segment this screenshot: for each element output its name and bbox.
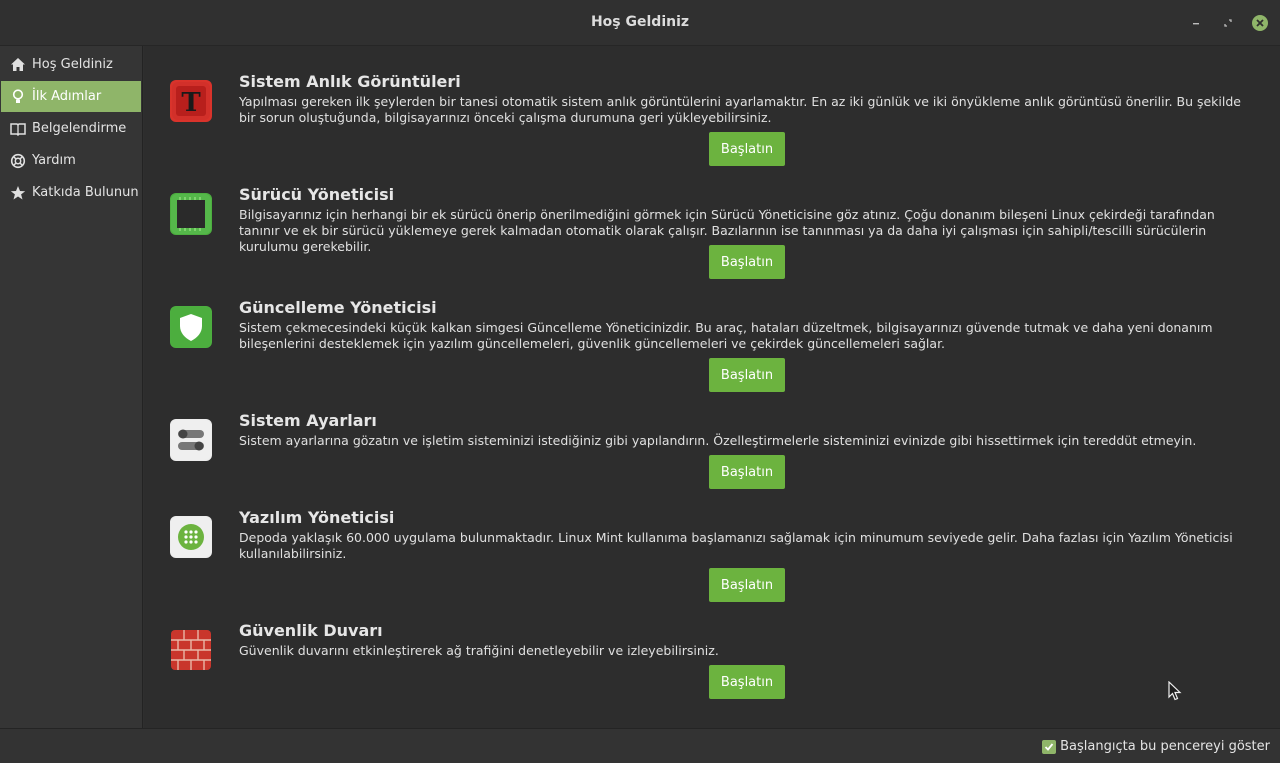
checkmark-icon	[1045, 742, 1054, 751]
section-description: Depoda yaklaşık 60.000 uygulama bulunmak…	[239, 530, 1233, 561]
sidebar-item-welcome[interactable]: Hoş Geldiniz	[1, 49, 141, 80]
launch-timeshift-button[interactable]: Başlatın	[709, 132, 785, 166]
launch-driver-manager-button[interactable]: Başlatın	[709, 245, 785, 279]
section-description: Yapılması gereken ilk şeylerden bir tane…	[239, 94, 1241, 125]
maximize-button[interactable]	[1219, 14, 1237, 32]
sidebar-item-label: Belgelendirme	[32, 121, 127, 136]
section-title: Sürücü Yöneticisi	[239, 185, 395, 204]
lifebuoy-icon	[10, 153, 26, 169]
checkbox-label: Başlangıçta bu pencereyi göster	[1060, 739, 1270, 754]
brick-wall-icon	[170, 629, 212, 671]
book-icon	[10, 121, 26, 137]
launch-software-manager-button[interactable]: Başlatın	[709, 568, 785, 602]
close-button[interactable]	[1251, 14, 1269, 32]
section-description: Güvenlik duvarını etkinleştirerek ağ tra…	[239, 643, 719, 658]
sidebar-item-label: Katkıda Bulunun	[32, 185, 139, 200]
sidebar-item-label: Yardım	[32, 153, 76, 168]
app-grid-icon	[170, 516, 212, 558]
section-title: Sistem Ayarları	[239, 411, 377, 430]
sidebar-item-documentation[interactable]: Belgelendirme	[1, 113, 141, 144]
section-title: Yazılım Yöneticisi	[239, 508, 395, 527]
maximize-icon	[1224, 19, 1232, 27]
title-bar: Hoş Geldiniz	[0, 0, 1280, 46]
launch-system-settings-button[interactable]: Başlatın	[709, 455, 785, 489]
toggles-icon	[170, 419, 212, 461]
shield-icon	[170, 306, 212, 348]
close-icon	[1252, 15, 1268, 31]
checkbox[interactable]	[1042, 739, 1057, 754]
section-title: Güncelleme Yöneticisi	[239, 298, 437, 317]
section-description: Sistem çekmecesindeki küçük kalkan simge…	[239, 320, 1213, 351]
window-title: Hoş Geldiniz	[590, 14, 690, 30]
footer-bar: Başlangıçta bu pencereyi göster	[0, 728, 1280, 763]
section-title: Güvenlik Duvarı	[239, 621, 383, 640]
launch-update-manager-button[interactable]: Başlatın	[709, 358, 785, 392]
sidebar-item-contribute[interactable]: Katkıda Bulunun	[1, 177, 141, 208]
star-icon	[10, 185, 26, 201]
timeshift-icon: T	[170, 80, 212, 122]
minimize-button[interactable]	[1187, 14, 1205, 32]
sidebar-item-first-steps[interactable]: İlk Adımlar	[1, 81, 141, 112]
show-on-startup-toggle[interactable]: Başlangıçta bu pencereyi göster	[1042, 739, 1270, 754]
home-icon	[10, 57, 26, 73]
sidebar-item-label: Hoş Geldiniz	[32, 57, 113, 72]
chip-icon	[170, 193, 212, 235]
sidebar-item-label: İlk Adımlar	[32, 89, 102, 104]
minimize-icon	[1193, 23, 1199, 25]
sidebar-item-help[interactable]: Yardım	[1, 145, 141, 176]
main-content: T Sistem Anlık Görüntüleri Yapılması ger…	[144, 46, 1280, 728]
svg-text:T: T	[181, 88, 201, 118]
sidebar: Hoş Geldiniz İlk Adımlar Belgelendirme Y…	[0, 46, 143, 728]
section-description: Sistem ayarlarına gözatın ve işletim sis…	[239, 433, 1197, 448]
lightbulb-icon	[10, 88, 26, 105]
launch-firewall-button[interactable]: Başlatın	[709, 665, 785, 699]
mouse-cursor-icon	[1168, 680, 1182, 705]
section-title: Sistem Anlık Görüntüleri	[239, 72, 461, 91]
